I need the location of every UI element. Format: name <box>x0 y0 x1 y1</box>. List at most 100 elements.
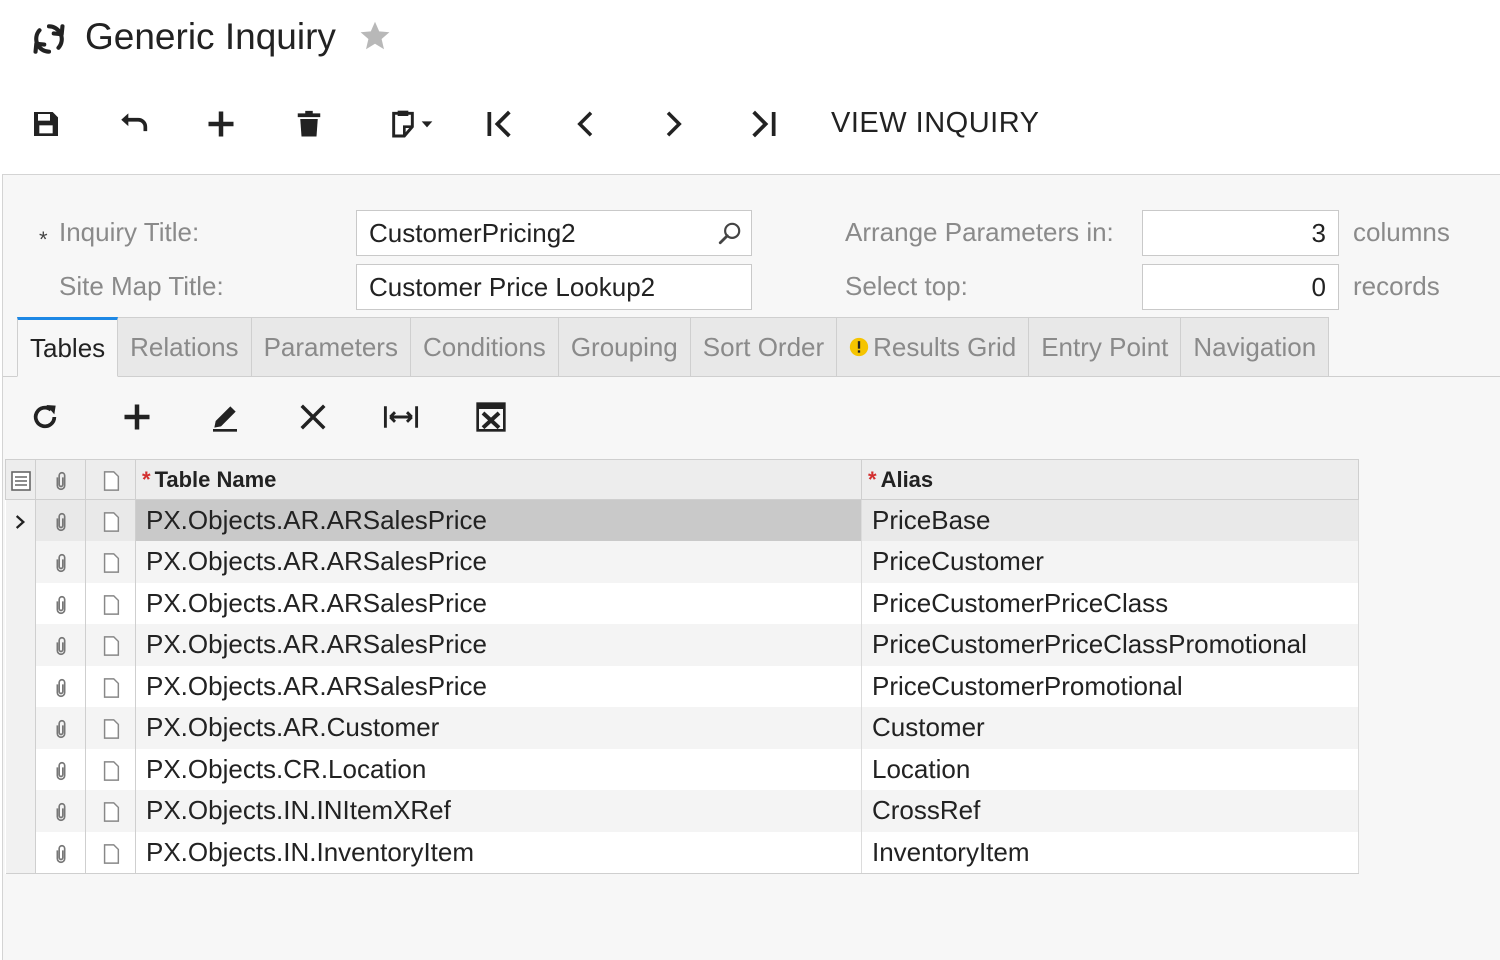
inquiry-title-label: Inquiry Title: <box>59 217 200 247</box>
alias-cell[interactable]: PriceCustomer <box>861 541 1359 583</box>
table-name-cell[interactable]: PX.Objects.CR.Location <box>135 748 862 790</box>
row-indicator[interactable] <box>5 707 36 749</box>
attachment-cell[interactable] <box>35 748 86 790</box>
attachment-cell[interactable] <box>35 707 86 749</box>
note-cell[interactable] <box>85 831 136 874</box>
grid-toolbar <box>3 387 1500 443</box>
row-selector-header[interactable] <box>5 459 36 500</box>
alias-cell[interactable]: CrossRef <box>861 790 1359 832</box>
note-cell[interactable] <box>85 499 136 541</box>
magnifier-icon[interactable] <box>717 220 743 246</box>
required-mark: * <box>39 227 48 252</box>
note-cell[interactable] <box>85 790 136 832</box>
table-name-cell[interactable]: PX.Objects.IN.InventoryItem <box>135 831 862 874</box>
alias-cell[interactable]: PriceCustomerPriceClass <box>861 582 1359 624</box>
table-row[interactable]: PX.Objects.AR.ARSalesPrice PriceCustomer <box>5 541 1359 583</box>
table-row[interactable]: PX.Objects.AR.ARSalesPrice PriceBase <box>5 499 1359 541</box>
add-button[interactable] <box>199 102 243 146</box>
table-row[interactable]: PX.Objects.CR.Location Location <box>5 748 1359 790</box>
note-cell[interactable] <box>85 707 136 749</box>
attachment-cell[interactable] <box>35 582 86 624</box>
table-row[interactable]: PX.Objects.AR.ARSalesPrice PriceCustomerP… <box>5 665 1359 707</box>
row-indicator[interactable] <box>5 831 36 874</box>
alias-cell[interactable]: PriceCustomerPriceClassPromotional <box>861 624 1359 666</box>
edit-icon <box>213 406 237 432</box>
undo-button[interactable] <box>112 102 156 146</box>
clipboard-dropdown-button[interactable] <box>378 102 444 146</box>
attachment-cell[interactable] <box>35 541 86 583</box>
table-name-cell[interactable]: PX.Objects.AR.ARSalesPrice <box>135 541 862 583</box>
row-indicator[interactable] <box>5 790 36 832</box>
alias-cell[interactable]: PriceBase <box>861 499 1359 541</box>
row-indicator[interactable] <box>5 499 36 541</box>
tab-conditions[interactable]: Conditions <box>410 317 559 377</box>
next-record-button[interactable] <box>651 102 695 146</box>
row-indicator[interactable] <box>5 748 36 790</box>
table-name-cell[interactable]: PX.Objects.AR.ARSalesPrice <box>135 665 862 707</box>
row-indicator[interactable] <box>5 624 36 666</box>
alias-cell[interactable]: InventoryItem <box>861 831 1359 874</box>
attachment-cell[interactable] <box>35 624 86 666</box>
table-name-column-header[interactable]: * Table Name <box>135 459 862 500</box>
alias-cell[interactable]: Location <box>861 748 1359 790</box>
table-name-cell[interactable]: PX.Objects.IN.INItemXRef <box>135 790 862 832</box>
tab-parameters[interactable]: Parameters <box>251 317 411 377</box>
grid-delete-row-button[interactable] <box>291 395 335 439</box>
inquiry-title-field[interactable]: CustomerPricing2 <box>356 210 752 256</box>
table-row[interactable]: PX.Objects.AR.ARSalesPrice PriceCustomerP… <box>5 582 1359 624</box>
star-icon[interactable] <box>357 18 393 54</box>
paperclip-icon <box>56 595 65 614</box>
tab-results-grid[interactable]: Results Grid <box>837 317 1030 377</box>
row-indicator[interactable] <box>5 582 36 624</box>
save-button[interactable] <box>24 102 68 146</box>
table-row[interactable]: PX.Objects.AR.Customer Customer <box>5 707 1359 749</box>
attachment-cell[interactable] <box>35 790 86 832</box>
grid-fit-columns-button[interactable] <box>379 395 423 439</box>
attachment-cell[interactable] <box>35 665 86 707</box>
table-name-cell[interactable]: PX.Objects.AR.Customer <box>135 707 862 749</box>
table-row[interactable]: PX.Objects.IN.InventoryItem InventoryItem <box>5 831 1359 874</box>
table-name-cell[interactable]: PX.Objects.AR.ARSalesPrice <box>135 582 862 624</box>
alias-cell[interactable]: PriceCustomerPromotional <box>861 665 1359 707</box>
attachment-cell[interactable] <box>35 499 86 541</box>
warning-icon <box>849 337 869 357</box>
row-indicator[interactable] <box>5 541 36 583</box>
grid-export-excel-button[interactable] <box>469 395 513 439</box>
tab-sort-order[interactable]: Sort Order <box>690 317 838 377</box>
note-column-header[interactable] <box>85 459 136 500</box>
refresh-icon[interactable] <box>30 20 68 58</box>
delete-button[interactable] <box>287 102 331 146</box>
table-row[interactable]: PX.Objects.AR.ARSalesPrice PriceCustomerP… <box>5 624 1359 666</box>
grid-add-row-button[interactable] <box>115 395 159 439</box>
table-name-cell[interactable]: PX.Objects.AR.ARSalesPrice <box>135 499 862 541</box>
grid-refresh-button[interactable] <box>23 395 67 439</box>
tab-relations[interactable]: Relations <box>118 317 252 377</box>
delete-icon <box>297 110 321 137</box>
first-record-button[interactable] <box>478 102 522 146</box>
attachment-column-header[interactable] <box>35 459 86 500</box>
note-cell[interactable] <box>85 541 136 583</box>
row-indicator[interactable] <box>5 665 36 707</box>
note-cell[interactable] <box>85 582 136 624</box>
note-cell[interactable] <box>85 665 136 707</box>
last-record-button[interactable] <box>741 102 785 146</box>
previous-record-button[interactable] <box>564 102 608 146</box>
tab-tables[interactable]: Tables <box>17 317 119 377</box>
note-cell[interactable] <box>85 748 136 790</box>
alias-column-header[interactable]: * Alias <box>861 459 1359 500</box>
arrange-parameters-field[interactable]: 3 <box>1142 210 1339 256</box>
table-row[interactable]: PX.Objects.IN.INItemXRef CrossRef <box>5 790 1359 832</box>
table-name-cell[interactable]: PX.Objects.AR.ARSalesPrice <box>135 624 862 666</box>
page-title: Generic Inquiry <box>85 16 336 57</box>
alias-cell[interactable]: Customer <box>861 707 1359 749</box>
grid-edit-button[interactable] <box>203 395 247 439</box>
tab-entry-point[interactable]: Entry Point <box>1029 317 1182 377</box>
attachment-cell[interactable] <box>35 831 86 874</box>
site-map-title-field[interactable]: Customer Price Lookup2 <box>356 264 752 310</box>
view-inquiry-button[interactable]: VIEW INQUIRY <box>831 107 1040 140</box>
select-top-field[interactable]: 0 <box>1142 264 1339 310</box>
tab-grouping[interactable]: Grouping <box>558 317 691 377</box>
add-icon <box>208 111 234 137</box>
note-cell[interactable] <box>85 624 136 666</box>
tab-navigation[interactable]: Navigation <box>1181 317 1330 377</box>
